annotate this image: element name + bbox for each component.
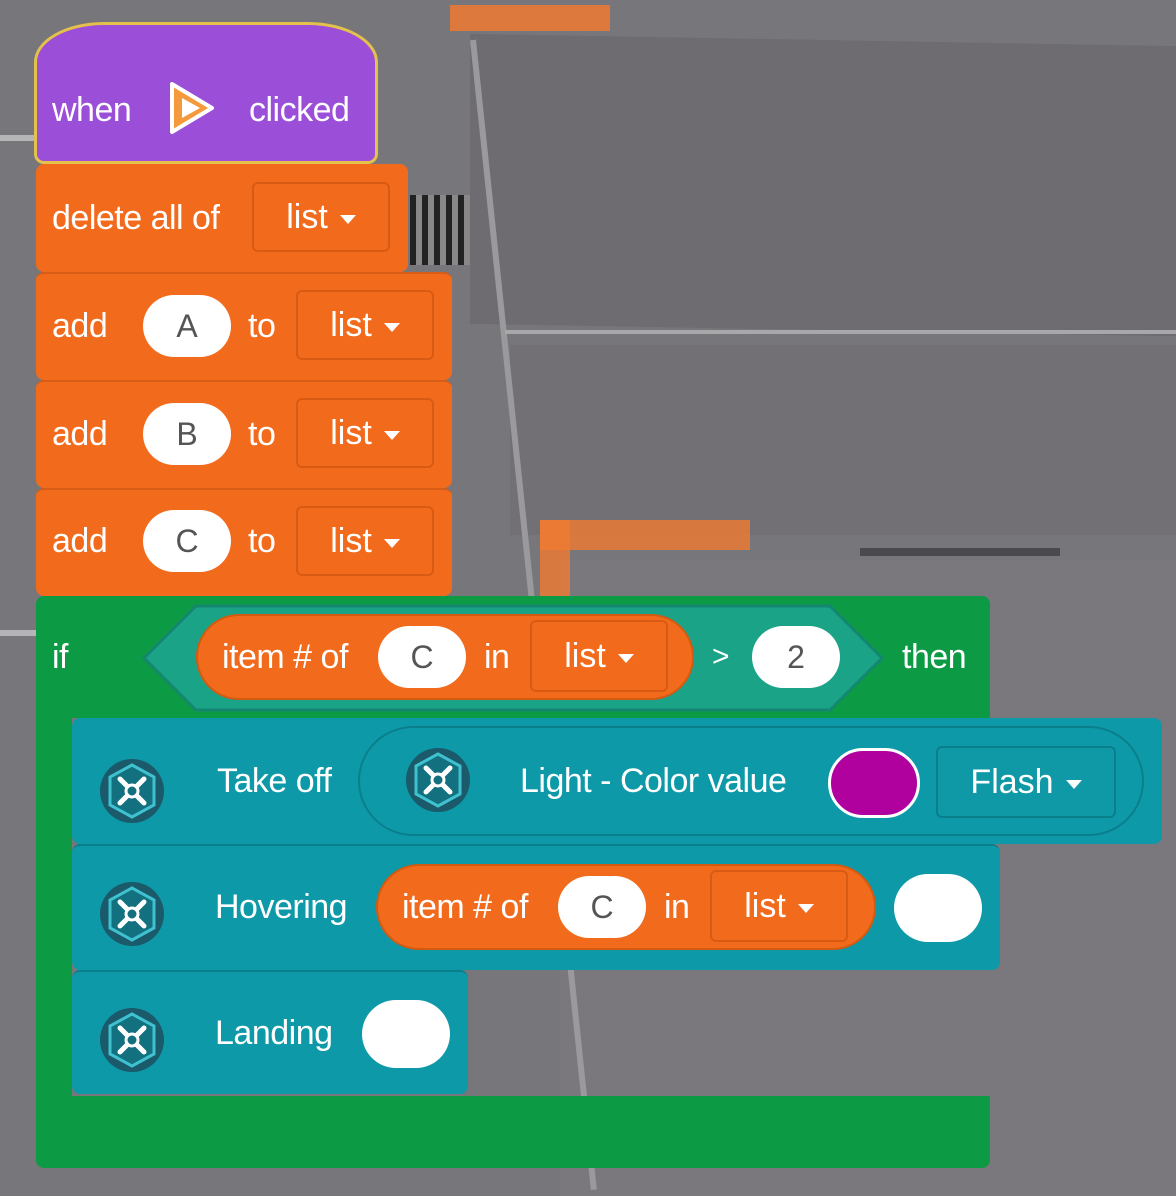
take-off-label: Take off <box>217 762 332 800</box>
drone-icon <box>96 1004 168 1076</box>
list-dropdown[interactable]: list <box>710 870 848 942</box>
chevron-down-icon <box>617 653 634 663</box>
in-label: in <box>664 888 690 926</box>
chevron-down-icon <box>339 214 356 224</box>
greater-than-symbol: > <box>712 640 730 673</box>
landing-label: Landing <box>215 1014 333 1052</box>
add-value-input[interactable]: B <box>143 403 231 465</box>
landing-value-input[interactable] <box>362 1000 450 1068</box>
light-color-value-label: Light - Color value <box>520 762 787 800</box>
list-dropdown-value: list <box>286 197 328 236</box>
compare-value-input[interactable]: 2 <box>752 626 840 688</box>
drone-icon <box>402 744 474 816</box>
item-value-input[interactable]: C <box>558 876 646 938</box>
drone-icon <box>96 755 168 827</box>
add-label: add <box>52 307 108 345</box>
when-label: when <box>52 91 132 129</box>
add-value-input[interactable]: A <box>143 295 231 357</box>
light-mode-value: Flash <box>970 762 1054 801</box>
add-label: add <box>52 522 108 560</box>
add-value-input[interactable]: C <box>143 510 231 572</box>
if-block-footer <box>36 1096 990 1168</box>
to-label: to <box>248 307 276 345</box>
to-label: to <box>248 522 276 560</box>
list-dropdown-value: list <box>330 413 372 452</box>
chevron-down-icon <box>383 322 400 332</box>
list-dropdown[interactable]: list <box>252 182 390 252</box>
chevron-down-icon <box>1065 779 1082 789</box>
light-mode-dropdown[interactable]: Flash <box>936 746 1116 818</box>
chevron-down-icon <box>797 903 814 913</box>
drone-icon <box>96 878 168 950</box>
color-picker-swatch[interactable] <box>828 748 920 818</box>
then-label: then <box>902 638 967 676</box>
chevron-down-icon <box>383 538 400 548</box>
in-label: in <box>484 638 510 676</box>
to-label: to <box>248 415 276 453</box>
list-dropdown[interactable]: list <box>296 506 434 576</box>
list-dropdown-value: list <box>744 886 786 925</box>
if-block-arm <box>36 718 72 1096</box>
list-dropdown[interactable]: list <box>530 620 668 692</box>
list-dropdown-value: list <box>564 636 606 675</box>
if-label: if <box>52 638 69 676</box>
list-dropdown[interactable]: list <box>296 398 434 468</box>
list-dropdown[interactable]: list <box>296 290 434 360</box>
item-value-input[interactable]: C <box>378 626 466 688</box>
item-number-of-label: item # of <box>402 888 528 926</box>
clicked-label: clicked <box>249 91 350 129</box>
list-dropdown-value: list <box>330 521 372 560</box>
item-number-of-label: item # of <box>222 638 348 676</box>
list-dropdown-value: list <box>330 305 372 344</box>
delete-all-label: delete all of <box>52 199 220 237</box>
hovering-label: Hovering <box>215 888 348 926</box>
add-label: add <box>52 415 108 453</box>
play-flag-icon <box>160 78 220 138</box>
hovering-value-input[interactable] <box>894 874 982 942</box>
chevron-down-icon <box>383 430 400 440</box>
